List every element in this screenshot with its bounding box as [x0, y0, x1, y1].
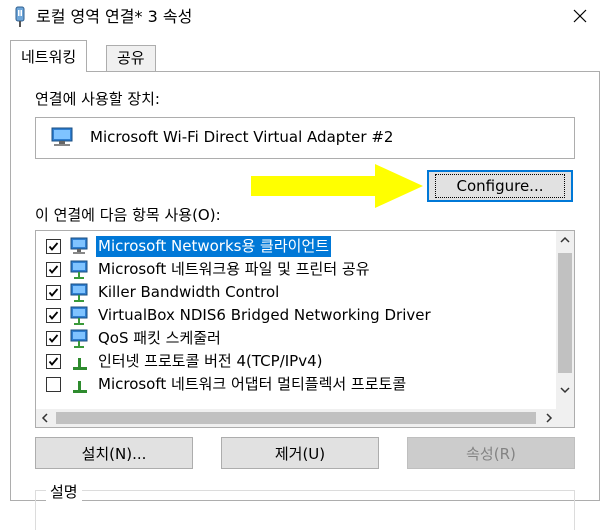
configure-button[interactable]: Configure...	[427, 170, 573, 202]
list-item[interactable]: 인터넷 프로토콜 버전 4(TCP/IPv4)	[36, 350, 558, 373]
device-box: Microsoft Wi-Fi Direct Virtual Adapter #…	[35, 117, 575, 159]
chevron-up-icon[interactable]	[556, 231, 574, 249]
item-label: Microsoft Networks용 클라이언트	[96, 236, 332, 257]
connect-using-label: 연결에 사용할 장치:	[35, 90, 160, 108]
items-label: 이 연결에 다음 항목 사용(O):	[35, 206, 221, 224]
protocol-icon	[70, 375, 92, 399]
window-title: 로컬 영역 연결* 3 속성	[36, 7, 193, 26]
chevron-right-icon[interactable]	[540, 409, 558, 427]
tab-strip: 네트워킹 공유	[10, 40, 600, 72]
close-button[interactable]	[557, 0, 603, 34]
list-item[interactable]: VirtualBox NDIS6 Bridged Networking Driv…	[36, 304, 558, 327]
item-checkbox[interactable]	[46, 331, 61, 346]
horizontal-scrollbar[interactable]	[36, 409, 574, 427]
tab-panel: 연결에 사용할 장치: Microsoft Wi-Fi Direct Virtu…	[10, 71, 600, 530]
list-item[interactable]: Microsoft 네트워크용 파일 및 프린터 공유	[36, 258, 558, 281]
item-label: VirtualBox NDIS6 Bridged Networking Driv…	[98, 306, 431, 324]
uninstall-button[interactable]: 제거(U)	[221, 437, 379, 469]
description-group: 설명	[35, 481, 575, 530]
item-label: 인터넷 프로토콜 버전 4(TCP/IPv4)	[98, 352, 323, 370]
install-button[interactable]: 설치(N)...	[35, 437, 193, 469]
title-bar: 로컬 영역 연결* 3 속성	[0, 0, 603, 34]
items-list[interactable]: Microsoft Networks용 클라이언트 Microsoft 네트워크…	[35, 230, 575, 428]
item-label: Microsoft 네트워크 어댑터 멀티플렉서 프로토콜	[98, 375, 407, 393]
configure-button-label: Configure...	[435, 174, 565, 198]
chevron-down-icon[interactable]	[556, 381, 574, 399]
item-checkbox[interactable]	[46, 354, 61, 369]
list-item[interactable]: Microsoft 네트워크 어댑터 멀티플렉서 프로토콜	[36, 373, 558, 396]
item-checkbox[interactable]	[46, 239, 61, 254]
item-label: Microsoft 네트워크용 파일 및 프린터 공유	[98, 260, 370, 278]
item-label: Killer Bandwidth Control	[98, 283, 280, 301]
vertical-scroll-thumb[interactable]	[558, 253, 572, 373]
list-item[interactable]: Killer Bandwidth Control	[36, 281, 558, 304]
device-name: Microsoft Wi-Fi Direct Virtual Adapter #…	[90, 128, 394, 146]
list-item[interactable]: Microsoft Networks용 클라이언트	[36, 235, 558, 258]
item-checkbox[interactable]	[46, 308, 61, 323]
item-checkbox[interactable]	[46, 262, 61, 277]
network-adapter-icon	[12, 6, 28, 28]
tab-networking[interactable]: 네트워킹	[10, 40, 88, 72]
close-icon	[573, 8, 587, 27]
highlight-arrow-icon	[247, 162, 427, 214]
item-checkbox[interactable]	[46, 377, 61, 392]
list-item[interactable]: QoS 패킷 스케줄러	[36, 327, 558, 350]
item-checkbox[interactable]	[46, 285, 61, 300]
properties-button[interactable]: 속성(R)	[407, 437, 575, 469]
horizontal-scroll-thumb[interactable]	[56, 412, 536, 424]
chevron-left-icon[interactable]	[36, 409, 54, 427]
item-label: QoS 패킷 스케줄러	[98, 329, 221, 347]
vertical-scrollbar[interactable]	[556, 231, 574, 411]
tab-sharing[interactable]: 공유	[106, 45, 156, 72]
network-adapter-icon	[50, 126, 76, 154]
